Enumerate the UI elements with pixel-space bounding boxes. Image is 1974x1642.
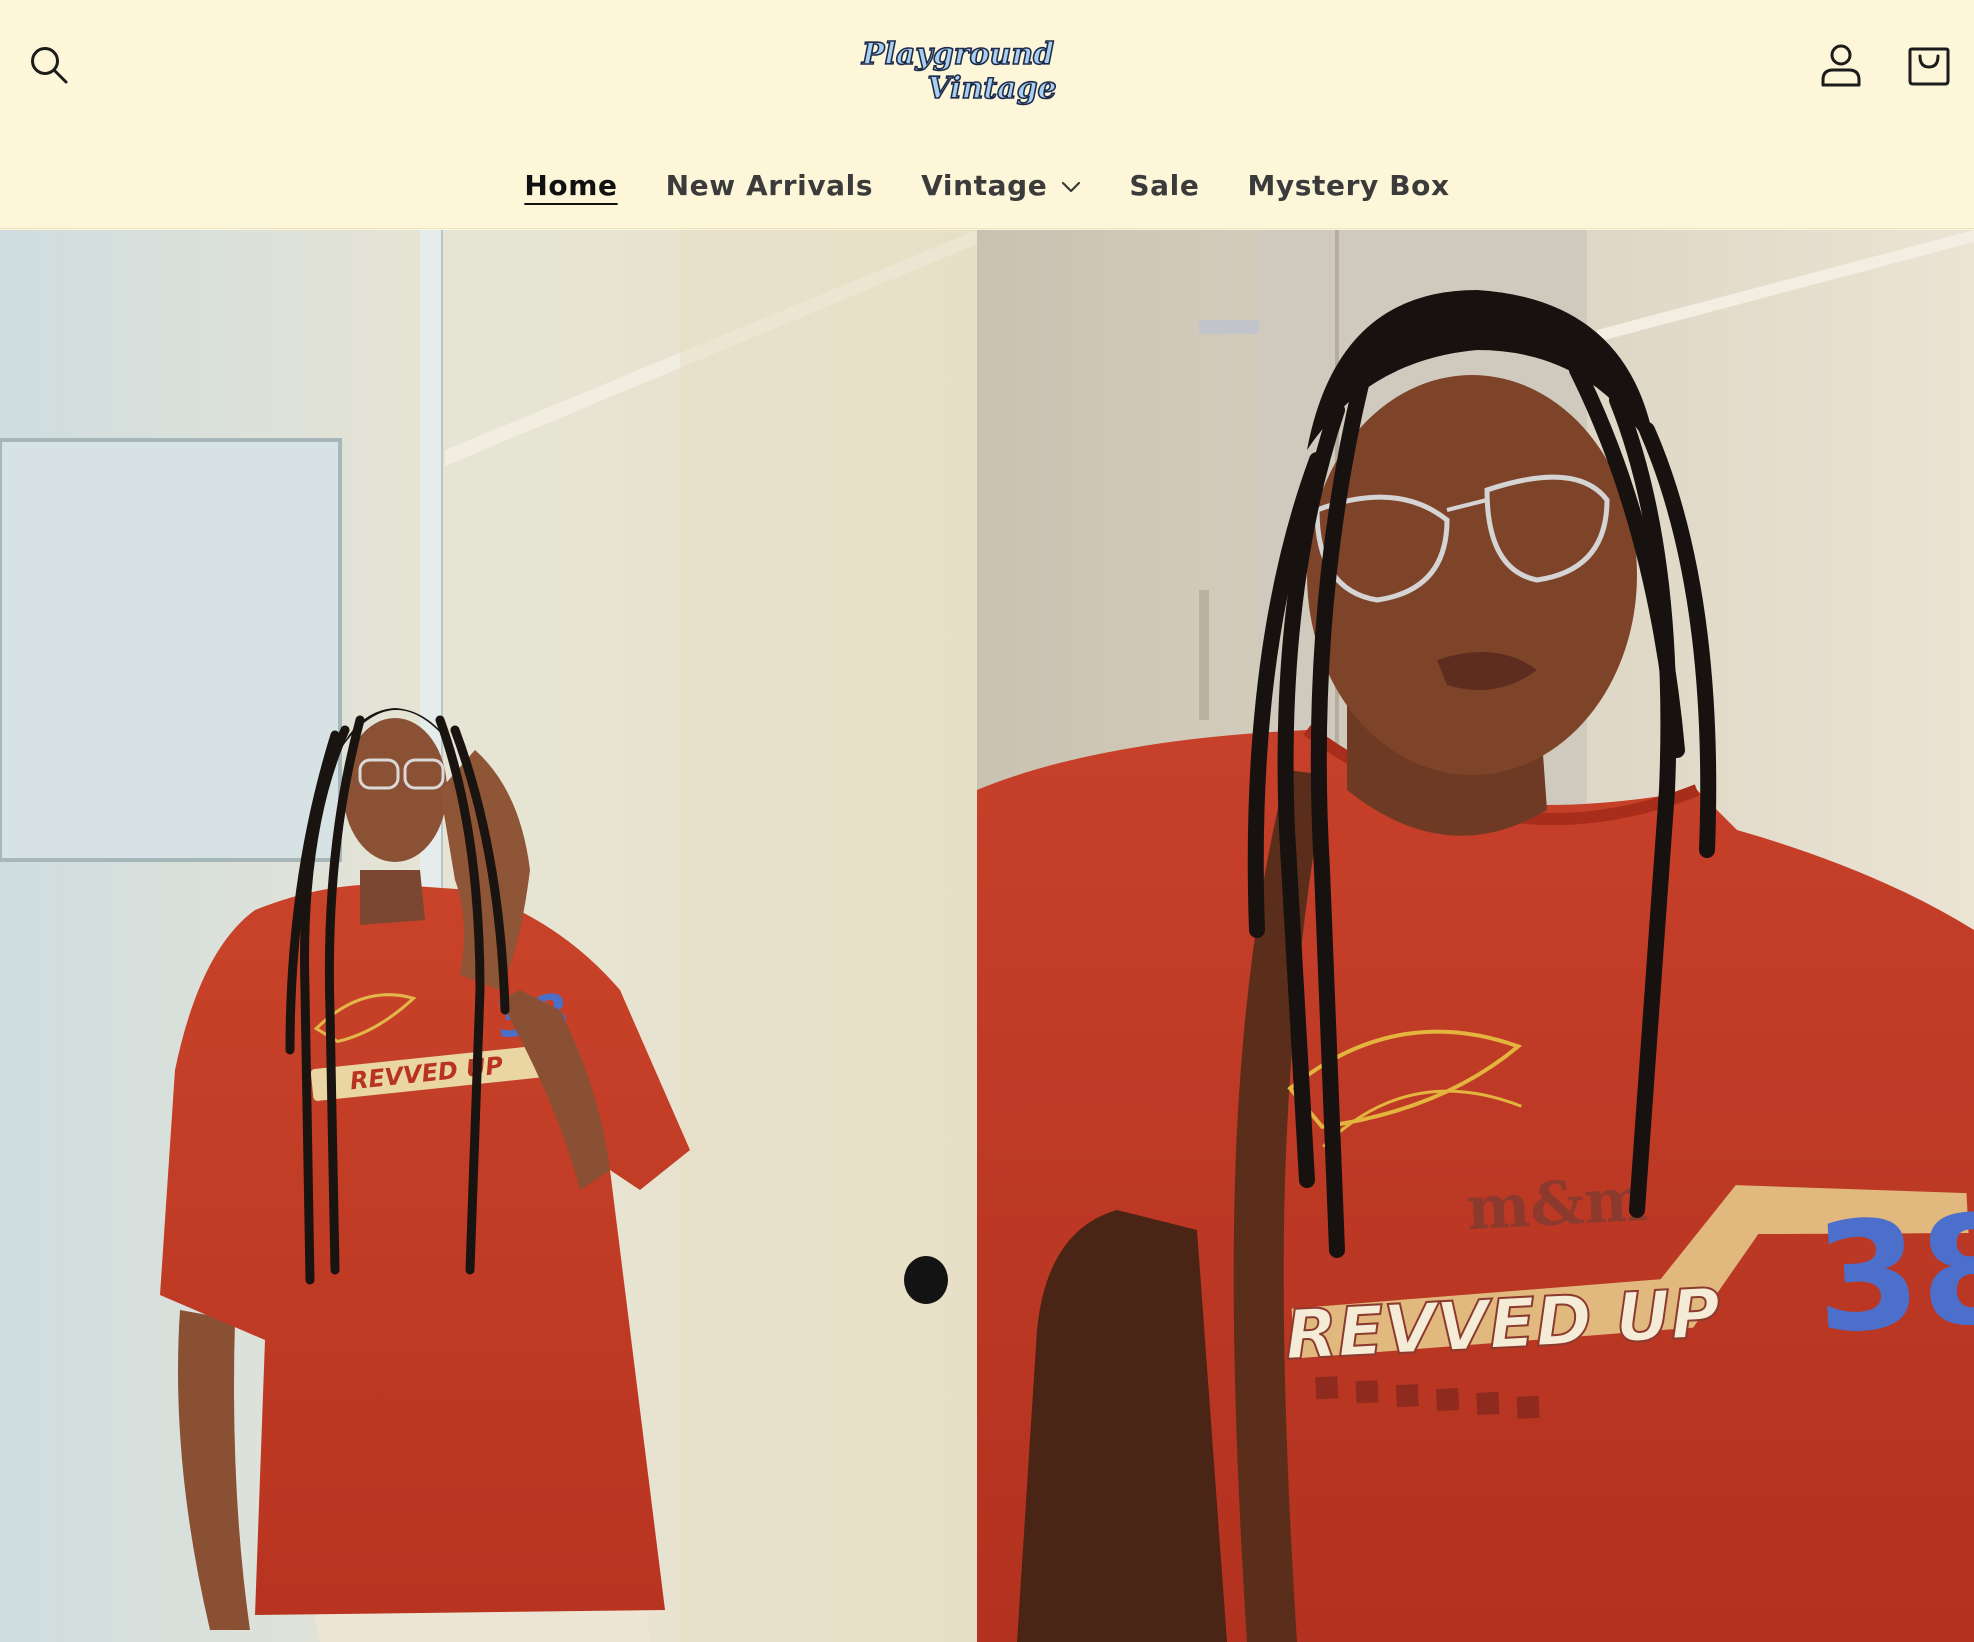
hero-banner: REVVED UP 38 (0, 230, 1974, 1642)
nav-item-label: Vintage (921, 168, 1048, 202)
search-button[interactable] (14, 32, 84, 102)
logo-line1: Playground (861, 37, 1054, 72)
cart-icon (1907, 43, 1951, 92)
hero-image-left: REVVED UP 38 (0, 230, 977, 1642)
nav-item-label: Home (524, 168, 618, 202)
account-icon (1819, 42, 1863, 93)
search-icon (27, 43, 71, 92)
nav-item-mystery-box[interactable]: Mystery Box (1247, 169, 1449, 202)
logo-line2: Vintage (927, 71, 1056, 106)
nav-item-sale[interactable]: Sale (1129, 169, 1199, 202)
chevron-down-icon (1061, 181, 1081, 193)
account-button[interactable] (1806, 32, 1876, 102)
store-logo[interactable]: Playground Vintage (840, 26, 1070, 108)
main-nav: Home New Arrivals Vintage Sale Mystery B… (0, 150, 1974, 220)
shirt-print-number: 38 (1811, 1182, 1974, 1367)
nav-item-vintage[interactable]: Vintage (921, 169, 1081, 202)
cart-button[interactable] (1894, 32, 1964, 102)
shirt-print-brand: m&m (1465, 1165, 1650, 1244)
hero-image-right: m&m REVVED UP 38 (977, 230, 1974, 1642)
nav-item-label: Mystery Box (1247, 168, 1450, 202)
nav-item-home[interactable]: Home (524, 169, 617, 202)
nav-item-label: Sale (1129, 168, 1200, 202)
nav-item-new-arrivals[interactable]: New Arrivals (666, 169, 874, 202)
nav-item-label: New Arrivals (665, 168, 874, 202)
site-header: Playground Vintage Home New Arrivals Vin… (0, 0, 1974, 229)
